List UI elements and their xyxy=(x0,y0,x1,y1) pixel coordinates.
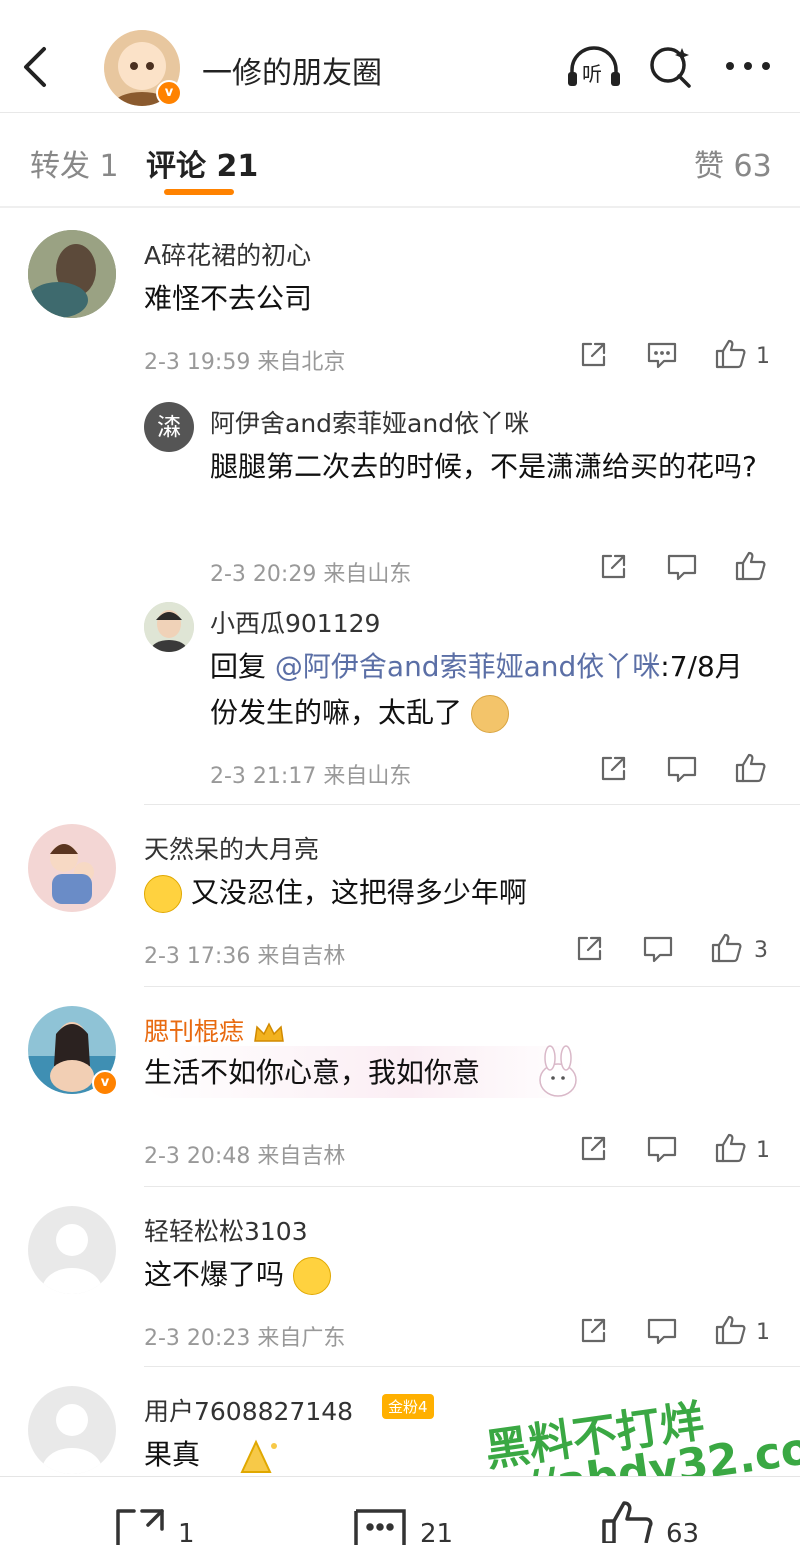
share-icon[interactable] xyxy=(574,934,604,964)
comment-divider xyxy=(144,1366,800,1367)
mention-link[interactable]: @阿伊舍and索菲娅and依丫咪 xyxy=(275,650,660,683)
share-icon[interactable] xyxy=(578,1134,608,1164)
comment-username[interactable]: 用户7608827148 xyxy=(144,1392,353,1428)
listen-label: 听 xyxy=(582,62,602,86)
crown-icon xyxy=(252,1021,286,1045)
comment-meta: 2-3 17:36 来自吉林 xyxy=(144,944,346,969)
more-icon[interactable] xyxy=(724,58,772,74)
avatar[interactable] xyxy=(28,230,116,318)
listen-button[interactable]: 听 xyxy=(566,44,622,90)
like-icon[interactable] xyxy=(734,752,768,784)
reply-username[interactable]: 小西瓜901129 xyxy=(210,604,380,640)
fans-badge: 金粉4 xyxy=(382,1394,434,1419)
reply-avatar[interactable] xyxy=(144,602,194,652)
repost-count: 1 xyxy=(178,1519,195,1549)
tab-bar: 转发 1 评论 21 赞 63 xyxy=(0,113,800,203)
laugh-cry-emoji-icon xyxy=(292,1257,331,1295)
bottom-action-bar: 1 21 63 xyxy=(0,1476,800,1549)
comment-icon[interactable] xyxy=(666,552,698,582)
reply-avatar[interactable]: 潹 xyxy=(144,402,194,452)
tab-likes[interactable]: 赞 63 xyxy=(694,141,772,185)
reply-meta: 2-3 20:29 来自山东 xyxy=(210,562,412,587)
comment-item: v 腮刊棍痣 生活不如你心意，我如你意 2-3 20:48 来自吉林 1 xyxy=(0,988,800,1184)
comment-username[interactable]: A碎花裙的初心 xyxy=(144,236,311,272)
like-count: 1 xyxy=(756,1320,770,1345)
reply-text: 腿腿第二次去的时候，不是潇潇给买的花吗? xyxy=(210,450,757,483)
comment-text: 果真 xyxy=(144,1438,201,1471)
laugh-cry-emoji-icon xyxy=(144,875,182,913)
page-title: 一修的朋友圈 xyxy=(202,56,382,91)
header: v 一修的朋友圈 听 xyxy=(0,0,800,112)
like-icon[interactable] xyxy=(714,1314,748,1346)
fans-badge-text: 金粉4 xyxy=(388,1398,428,1416)
share-icon[interactable] xyxy=(578,1316,608,1346)
gold-sticker-icon xyxy=(228,1436,284,1476)
reply-meta: 2-3 21:17 来自山东 xyxy=(210,764,412,789)
comment-count: 21 xyxy=(420,1519,454,1549)
like-count: 1 xyxy=(756,1138,770,1163)
username-text: 腮刊棍痣 xyxy=(144,1017,245,1046)
comment-button[interactable]: 21 xyxy=(352,1505,472,1549)
share-icon[interactable] xyxy=(598,552,628,582)
repost-icon xyxy=(112,1505,168,1545)
like-count: 63 xyxy=(666,1519,700,1549)
like-icon[interactable] xyxy=(714,338,748,370)
comment-username[interactable]: 腮刊棍痣 xyxy=(144,1012,286,1048)
comment-username[interactable]: 天然呆的大月亮 xyxy=(144,830,319,866)
reply-avatar-text: 潹 xyxy=(157,413,181,441)
like-icon[interactable] xyxy=(714,1132,748,1164)
like-icon[interactable] xyxy=(734,550,768,582)
like-icon[interactable] xyxy=(710,932,744,964)
comment-icon xyxy=(352,1505,408,1545)
avatar-placeholder[interactable] xyxy=(28,1386,116,1474)
avatar-placeholder[interactable] xyxy=(28,1206,116,1294)
reply-text: 回复 @阿伊舍and索菲娅and依丫咪:7/8月份发生的嘛，太乱了 xyxy=(210,644,770,736)
comment-meta: 2-3 20:23 来自广东 xyxy=(144,1326,346,1351)
comment-meta: 2-3 19:59 来自北京 xyxy=(144,350,346,375)
like-count: 3 xyxy=(754,938,768,963)
verified-icon: v xyxy=(92,1070,118,1096)
comment-icon[interactable] xyxy=(646,1134,678,1164)
like-count: 1 xyxy=(756,344,770,369)
comment-icon[interactable] xyxy=(646,1316,678,1346)
comment-body: 这不爆了吗 xyxy=(144,1258,285,1291)
bunny-sticker-icon xyxy=(528,1042,588,1102)
back-icon[interactable] xyxy=(20,45,50,89)
tab-repost[interactable]: 转发 1 xyxy=(30,141,119,185)
comment-item: 轻轻松松3103 这不爆了吗 2-3 20:23 来自广东 1 xyxy=(0,1188,800,1366)
comment-text: 又没忍住，这把得多少年啊 xyxy=(144,870,527,916)
reply-username[interactable]: 阿伊舍and索菲娅and依丫咪 xyxy=(210,404,529,440)
comment-item: 天然呆的大月亮 又没忍住，这把得多少年啊 2-3 17:36 来自吉林 3 xyxy=(0,806,800,984)
comment-body: 又没忍住，这把得多少年啊 xyxy=(190,876,527,909)
comment-divider xyxy=(144,986,800,987)
repost-button[interactable]: 1 xyxy=(112,1505,212,1549)
search-icon[interactable] xyxy=(648,44,694,90)
comment-text: 这不爆了吗 xyxy=(144,1252,331,1298)
reply-prefix: 回复 xyxy=(210,650,275,683)
comment-icon[interactable] xyxy=(642,934,674,964)
comment-item: A碎花裙的初心 难怪不去公司 2-3 19:59 来自北京 1 潹 阿伊舍and… xyxy=(0,208,800,808)
comment-divider xyxy=(144,804,800,805)
avatar[interactable] xyxy=(28,824,116,912)
comment-divider xyxy=(144,1186,800,1187)
comment-text: 生活不如你心意，我如你意 xyxy=(144,1056,481,1089)
share-icon[interactable] xyxy=(578,340,608,370)
like-icon xyxy=(600,1499,656,1543)
share-icon[interactable] xyxy=(598,754,628,784)
tab-active-indicator xyxy=(164,189,234,195)
doge-emoji-icon xyxy=(470,695,509,733)
comment-icon[interactable] xyxy=(666,754,698,784)
comment-icon[interactable] xyxy=(646,340,678,370)
verified-icon: v xyxy=(156,80,182,106)
comment-meta: 2-3 20:48 来自吉林 xyxy=(144,1144,346,1169)
like-button[interactable]: 63 xyxy=(600,1499,720,1549)
comment-text: 难怪不去公司 xyxy=(144,282,313,315)
tab-comments[interactable]: 评论 21 xyxy=(146,141,258,185)
comment-username[interactable]: 轻轻松松3103 xyxy=(144,1212,308,1248)
